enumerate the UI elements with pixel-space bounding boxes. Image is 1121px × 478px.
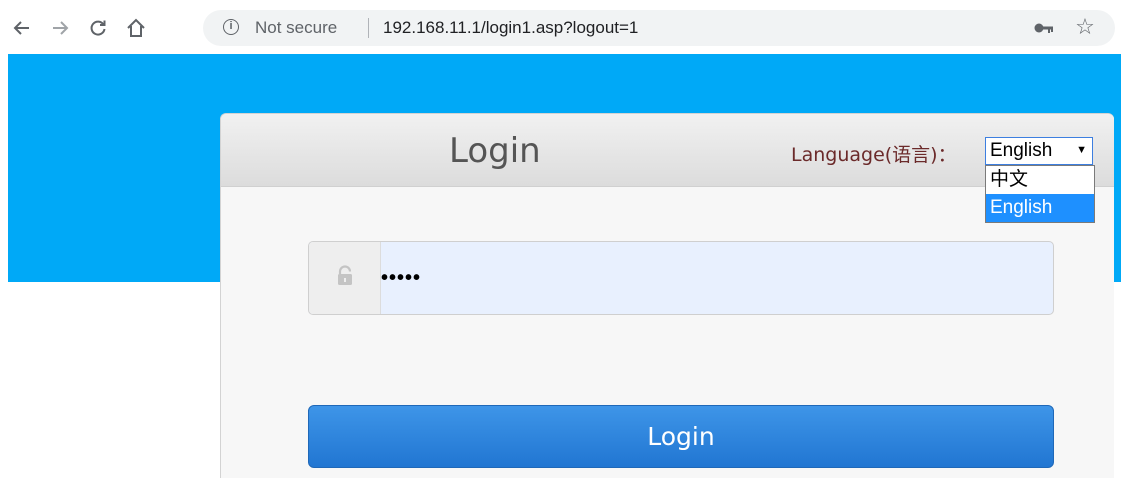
url-separator [368,18,369,38]
login-panel: Login Language(语言)： English ▼ 中文 English… [220,113,1114,478]
forward-arrow-icon [50,18,70,38]
key-icon[interactable] [1033,19,1055,37]
language-label: Language(语言)： [791,144,957,166]
back-button[interactable] [8,14,36,42]
login-panel-header: Login Language(语言)： English ▼ [221,114,1114,187]
language-option-english[interactable]: English [986,194,1094,222]
security-label: Not secure [255,18,338,37]
reload-icon [88,18,108,38]
caret-down-icon: ▼ [1076,144,1087,156]
password-field-group: ••••• [308,241,1054,315]
password-addon [309,242,381,314]
browser-toolbar: i Not secure 192.168.11.1/login1.asp?log… [0,0,1121,54]
home-button[interactable] [122,14,150,42]
info-icon[interactable]: i [223,19,239,35]
home-icon [125,17,147,39]
login-button[interactable]: Login [308,405,1054,468]
forward-button[interactable] [46,14,74,42]
language-option-chinese[interactable]: 中文 [986,166,1094,194]
reload-button[interactable] [84,14,112,42]
url-text[interactable]: 192.168.11.1/login1.asp?logout=1 [383,18,638,38]
language-dropdown-list: 中文 English [985,165,1095,223]
star-icon[interactable]: ☆ [1073,15,1097,39]
language-select-value: English [990,140,1053,161]
page-title: Login [449,131,541,171]
back-arrow-icon [12,18,32,38]
password-input[interactable]: ••••• [381,242,1053,314]
lock-icon [335,264,355,292]
language-select[interactable]: English ▼ [985,137,1093,165]
address-bar[interactable]: i Not secure 192.168.11.1/login1.asp?log… [203,10,1115,46]
